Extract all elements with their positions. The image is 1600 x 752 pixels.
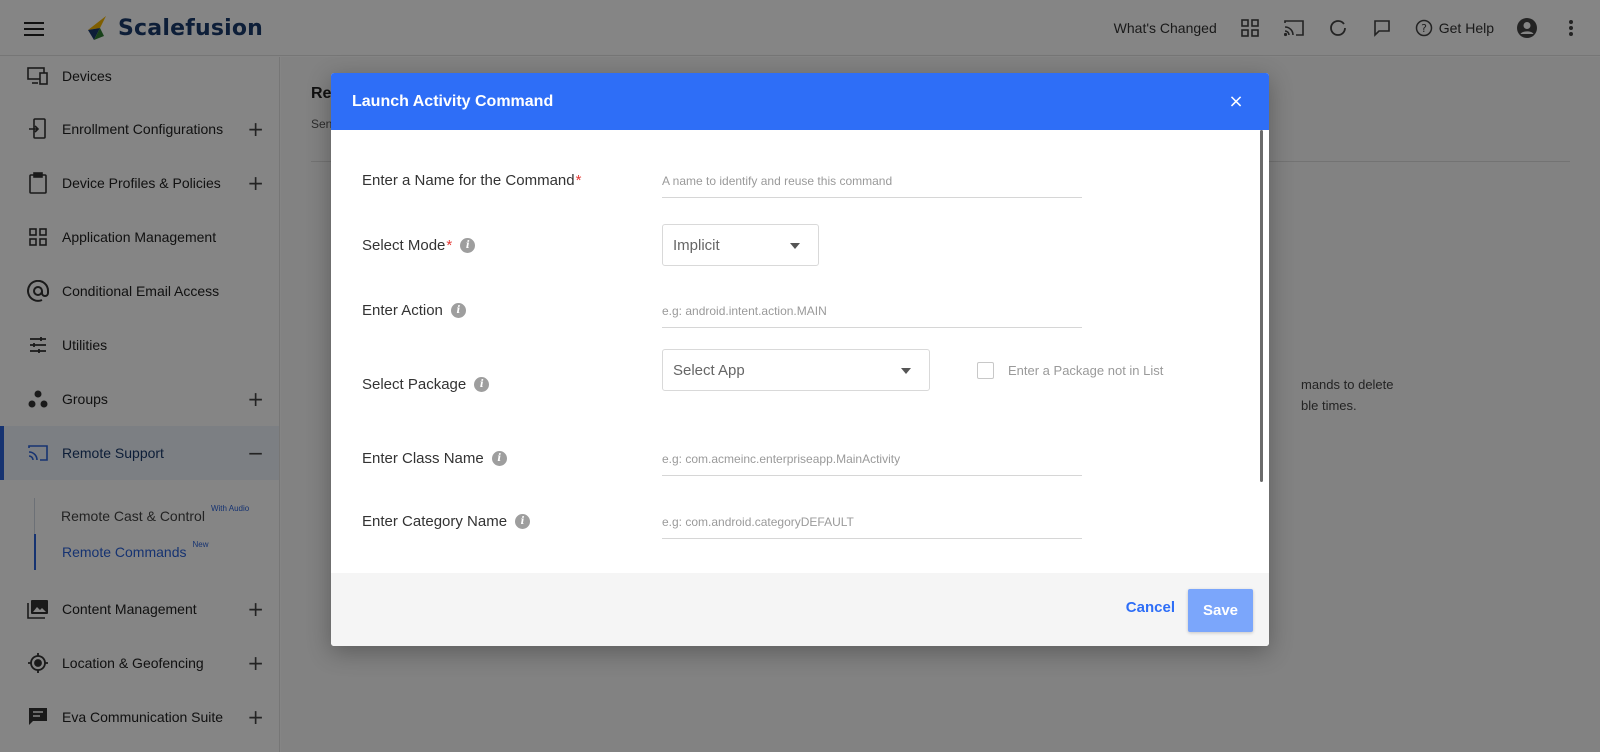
field-row-category: Enter Category Name i bbox=[362, 499, 1222, 543]
chevron-down-icon bbox=[790, 243, 800, 249]
cancel-button[interactable]: Cancel bbox=[1126, 599, 1175, 616]
category-name-input[interactable] bbox=[662, 505, 1082, 539]
dialog-body: Enter a Name for the Command* Select Mod… bbox=[331, 130, 1269, 573]
dialog-header: Launch Activity Command × bbox=[331, 73, 1269, 130]
field-row-name: Enter a Name for the Command * bbox=[362, 158, 1222, 202]
package-label-text: Select Package bbox=[362, 375, 467, 393]
dialog-footer: Cancel Save bbox=[331, 573, 1269, 646]
required-mark: * bbox=[446, 236, 453, 254]
close-icon[interactable]: × bbox=[1223, 88, 1249, 114]
package-not-in-list-label: Enter a Package not in List bbox=[1008, 362, 1164, 378]
launch-activity-dialog: Launch Activity Command × Enter a Name f… bbox=[331, 73, 1269, 646]
category-label-text: Enter Category Name bbox=[362, 512, 508, 530]
info-icon[interactable]: i bbox=[474, 376, 490, 392]
mode-label-text: Select Mode bbox=[362, 236, 446, 254]
info-icon[interactable]: i bbox=[491, 450, 507, 466]
info-icon[interactable]: i bbox=[515, 513, 531, 529]
field-row-package: Select Package i Select App Enter a Pack… bbox=[362, 349, 1222, 406]
mode-select[interactable]: Implicit bbox=[662, 224, 819, 266]
package-select-value: Select App bbox=[673, 361, 745, 379]
dialog-title: Launch Activity Command bbox=[352, 92, 554, 110]
name-label-text: Enter a Name for the Command bbox=[362, 171, 575, 189]
chevron-down-icon bbox=[901, 368, 911, 374]
required-mark: * bbox=[575, 171, 582, 189]
class-label: Enter Class Name i bbox=[362, 436, 507, 480]
field-row-mode: Select Mode * i Implicit bbox=[362, 223, 1222, 267]
command-name-input[interactable] bbox=[662, 164, 1082, 198]
package-not-in-list-checkbox[interactable] bbox=[977, 361, 994, 379]
save-button[interactable]: Save bbox=[1188, 589, 1253, 632]
action-input[interactable] bbox=[662, 294, 1082, 328]
action-label: Enter Action i bbox=[362, 288, 466, 332]
package-not-in-list-option[interactable]: Enter a Package not in List bbox=[977, 348, 1163, 392]
field-row-action: Enter Action i bbox=[362, 288, 1222, 332]
mode-select-value: Implicit bbox=[673, 236, 720, 254]
info-icon[interactable]: i bbox=[450, 302, 466, 318]
action-label-text: Enter Action bbox=[362, 301, 443, 319]
info-icon[interactable]: i bbox=[460, 237, 476, 253]
field-row-class: Enter Class Name i bbox=[362, 436, 1222, 480]
class-name-input[interactable] bbox=[662, 442, 1082, 476]
mode-label: Select Mode * i bbox=[362, 223, 476, 267]
category-label: Enter Category Name i bbox=[362, 499, 531, 543]
class-label-text: Enter Class Name bbox=[362, 449, 484, 467]
name-label: Enter a Name for the Command * bbox=[362, 158, 581, 202]
package-label: Select Package i bbox=[362, 362, 490, 406]
package-select[interactable]: Select App bbox=[662, 349, 930, 391]
dialog-scrollbar[interactable] bbox=[1260, 130, 1263, 482]
